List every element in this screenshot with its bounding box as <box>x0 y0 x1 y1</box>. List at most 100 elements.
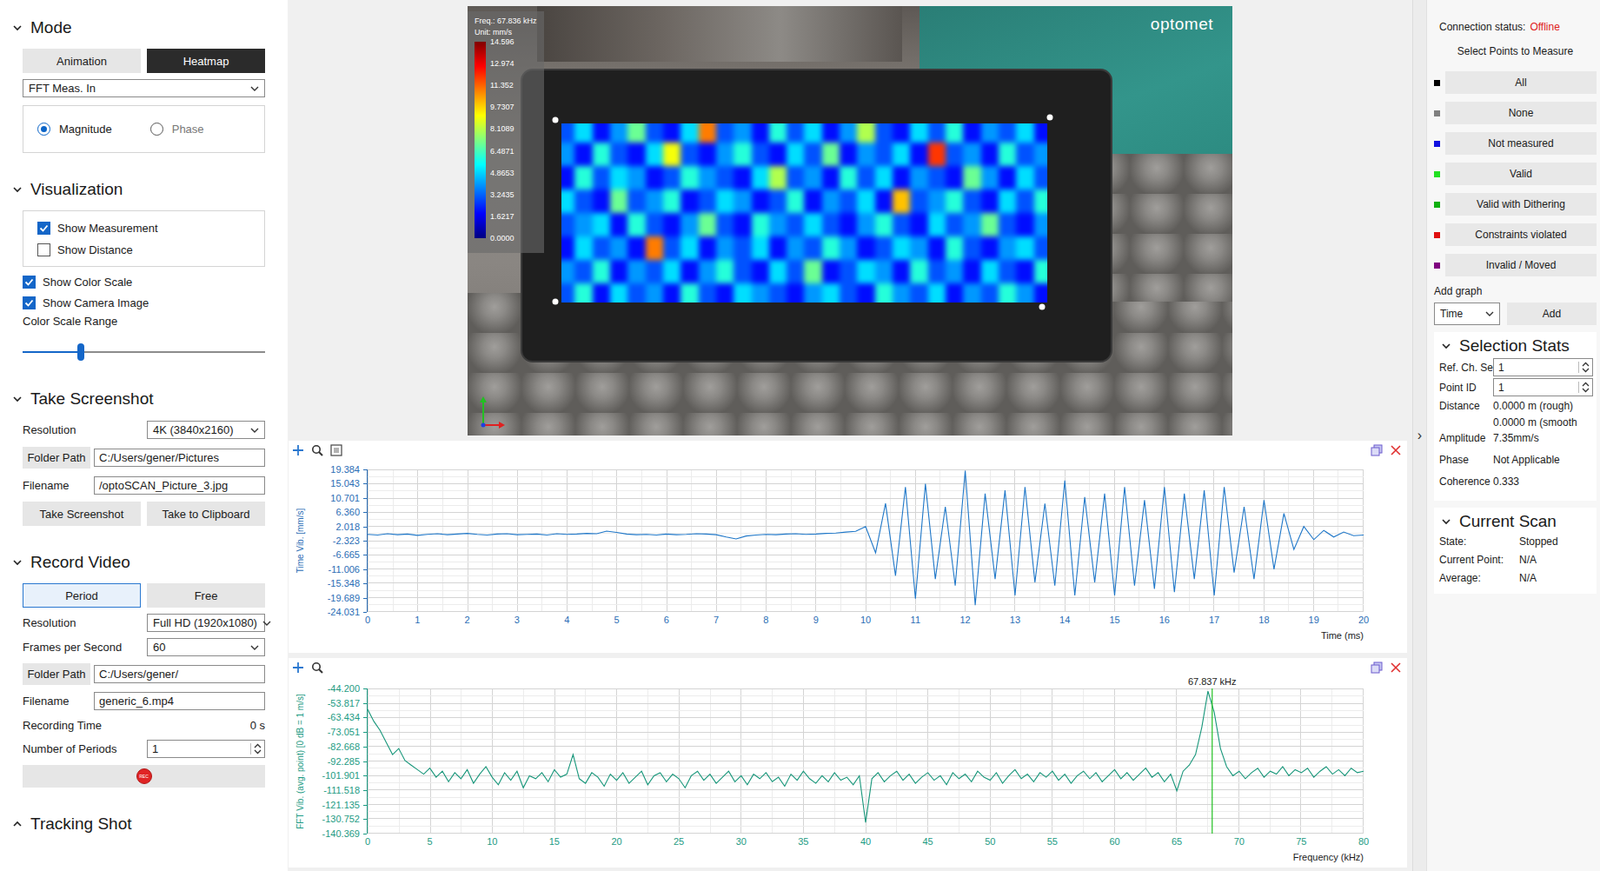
down-arrow-icon[interactable] <box>1581 387 1590 393</box>
add-graph-label: Add graph <box>1434 285 1597 298</box>
screenshot-button[interactable]: Take Screenshot <box>22 501 141 526</box>
text-field[interactable]: C:/Users/gener/Pictures <box>93 448 266 467</box>
screenshot-button[interactable]: Take to Clipboard <box>146 501 266 526</box>
heatmap[interactable] <box>561 123 1048 303</box>
mode-button[interactable]: Animation <box>22 48 141 74</box>
chevron-down-icon[interactable] <box>12 184 23 195</box>
scan-value: N/A <box>1519 571 1537 585</box>
record-mode-button[interactable]: Free <box>146 583 266 608</box>
heatmap-cell <box>751 123 770 143</box>
color-scale-tick: 9.7307 <box>490 102 515 112</box>
spin-box[interactable]: 1 <box>146 739 266 758</box>
spin-box[interactable]: 1 <box>1493 358 1594 377</box>
section-header[interactable]: Take Screenshot <box>0 388 288 410</box>
chevron-down-icon[interactable] <box>12 393 23 405</box>
up-arrow-icon[interactable] <box>253 743 262 749</box>
spin-arrows[interactable] <box>250 743 262 755</box>
mode-button[interactable]: Heatmap <box>146 48 266 74</box>
radio-option[interactable]: Phase <box>150 122 205 136</box>
stats-value: 7.35mm/s <box>1493 431 1540 445</box>
filter-button[interactable]: Valid <box>1445 162 1597 186</box>
spin-arrows[interactable] <box>1578 361 1590 373</box>
resolution-dropdown[interactable]: Full HD (1920x1080) <box>146 613 266 632</box>
chevron-up-icon[interactable] <box>12 818 23 830</box>
select-points-label[interactable]: Select Points to Measure <box>1434 45 1597 58</box>
radio-option[interactable]: Magnitude <box>37 122 113 136</box>
spin-box[interactable]: 1 <box>1493 378 1594 397</box>
radio-dot <box>40 126 47 133</box>
section-header[interactable]: Record Video <box>0 551 288 573</box>
filter-button[interactable]: Constraints violated <box>1445 223 1597 246</box>
heatmap-cell <box>645 283 664 303</box>
filter-button[interactable]: All <box>1445 71 1597 94</box>
collapse-toggle[interactable]: › <box>1417 427 1422 444</box>
checkbox[interactable] <box>37 243 51 257</box>
checkbox[interactable] <box>22 275 36 289</box>
filter-button[interactable]: None <box>1445 101 1597 125</box>
checkbox[interactable] <box>22 296 36 310</box>
text-field[interactable]: generic_6.mp4 <box>93 691 266 711</box>
color-scale-slider[interactable] <box>22 341 266 363</box>
checkbox-row[interactable]: Show Distance <box>37 239 251 259</box>
folder-path-button[interactable]: Folder Path <box>22 446 91 469</box>
record-button[interactable]: REC <box>136 768 153 784</box>
chevron-down-icon[interactable] <box>1440 340 1452 352</box>
marker-line[interactable] <box>1211 688 1213 834</box>
radio-button[interactable] <box>37 122 51 136</box>
add-graph-button[interactable]: Add <box>1507 302 1597 326</box>
slider-track[interactable] <box>22 351 266 353</box>
close-icon[interactable] <box>1389 661 1402 674</box>
slider-thumb[interactable] <box>77 343 85 361</box>
fit-view-icon[interactable] <box>330 444 343 457</box>
y-tick-mark <box>363 703 367 704</box>
checkbox-row[interactable]: Show Camera Image <box>22 292 266 313</box>
checkbox-row[interactable]: Show Measurement <box>37 218 251 238</box>
filter-button[interactable]: Valid with Dithering <box>1445 192 1597 216</box>
restore-icon[interactable] <box>1370 661 1383 674</box>
heatmap-cell <box>627 283 645 303</box>
section-header[interactable]: Visualization <box>0 179 288 200</box>
spin-arrows[interactable] <box>1578 381 1590 393</box>
checkbox-row[interactable]: Show Color Scale <box>22 271 266 293</box>
chevron-down-icon[interactable] <box>1440 516 1452 527</box>
chevron-down-icon[interactable] <box>12 557 23 568</box>
up-arrow-icon[interactable] <box>1581 381 1590 387</box>
checkbox[interactable] <box>37 221 51 235</box>
filter-button[interactable]: Not measured <box>1445 132 1597 155</box>
color-scale-tick: 4.8653 <box>490 168 515 178</box>
close-icon[interactable] <box>1389 444 1402 457</box>
panel-toggle[interactable]: › <box>1412 0 1427 871</box>
up-arrow-icon[interactable] <box>1581 361 1590 367</box>
camera-image[interactable]: Freq.: 67.836 kHzUnit: mm/s14.59612.9741… <box>467 6 1233 436</box>
heatmap-cell <box>663 236 681 260</box>
section-header[interactable]: Current Scan <box>1439 511 1594 532</box>
folder-path-button[interactable]: Folder Path <box>22 663 91 685</box>
chart-tools <box>292 661 324 674</box>
section-header[interactable]: Selection Stats <box>1439 335 1594 357</box>
measurement-dropdown[interactable]: FFT Meas. In <box>22 79 266 98</box>
heatmap-cell <box>561 142 575 166</box>
resolution-dropdown[interactable]: 4K (3840x2160) <box>146 420 266 439</box>
filter-button[interactable]: Invalid / Moved <box>1445 253 1597 277</box>
dropdown-arrow-icon <box>250 643 259 652</box>
scan-row: Current Point:N/A <box>1439 550 1594 569</box>
zoom-icon[interactable] <box>311 444 324 457</box>
fps-dropdown[interactable]: 60 <box>146 637 266 657</box>
restore-icon[interactable] <box>1370 444 1383 457</box>
text-field[interactable]: /optoSCAN_Picture_3.jpg <box>93 476 266 495</box>
down-arrow-icon[interactable] <box>253 749 262 755</box>
text-field[interactable]: C:/Users/gener/ <box>93 664 266 684</box>
down-arrow-icon[interactable] <box>1581 367 1590 373</box>
zoom-icon[interactable] <box>311 661 324 674</box>
section-header[interactable]: Tracking Shot <box>0 813 288 835</box>
plot-area[interactable] <box>367 469 1364 612</box>
section-header[interactable]: Mode <box>0 17 288 39</box>
add-icon[interactable] <box>292 444 305 457</box>
x-axis-title: Frequency (kHz) <box>288 851 1364 863</box>
graph-type-dropdown[interactable]: Time <box>1434 302 1501 326</box>
record-mode-button[interactable]: Period <box>22 583 141 608</box>
add-icon[interactable] <box>292 661 305 674</box>
plot-area[interactable] <box>367 688 1364 834</box>
radio-button[interactable] <box>150 122 164 136</box>
chevron-down-icon[interactable] <box>12 22 23 34</box>
